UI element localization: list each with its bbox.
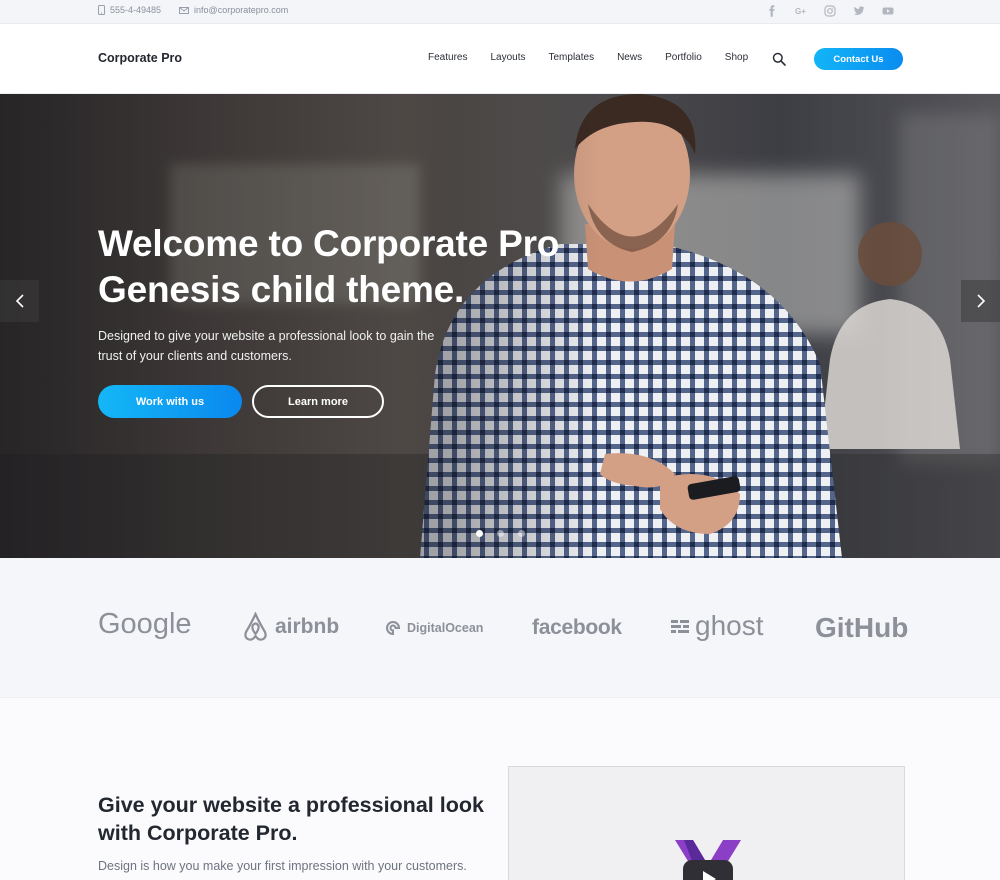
airbnb-logo: airbnb <box>242 612 339 642</box>
chevron-right-icon <box>976 294 985 308</box>
email-address: info@corporatepro.com <box>194 5 289 15</box>
youtube-icon[interactable] <box>882 5 894 17</box>
ghost-icon <box>671 620 689 633</box>
slider-dots <box>476 530 525 537</box>
digitalocean-logo: DigitalOcean <box>385 620 483 636</box>
work-with-us-button[interactable]: Work with us <box>98 385 242 418</box>
social-links: G+ <box>766 5 894 17</box>
hero-title-line-2: Genesis child theme. <box>98 269 465 310</box>
contact-info: 555-4-49485 info@corporatepro.com <box>98 5 288 15</box>
contact-us-button[interactable]: Contact Us <box>814 48 903 70</box>
airbnb-logo-text: airbnb <box>275 615 340 638</box>
email-icon <box>179 6 190 14</box>
site-header: Corporate Pro Features Layouts Templates… <box>0 24 1000 94</box>
facebook-icon[interactable] <box>766 5 778 17</box>
github-logo-text: GitHub <box>815 612 909 643</box>
google-logo: Google <box>98 608 192 641</box>
google-plus-icon[interactable]: G+ <box>795 5 807 17</box>
slider-dot-3[interactable] <box>518 530 525 537</box>
hero-title: Welcome to Corporate Pro Genesis child t… <box>98 221 618 313</box>
feature-title: Give your website a professional look wi… <box>98 793 484 845</box>
slider-next-button[interactable] <box>961 280 1000 322</box>
google-logo-text: Google <box>98 608 192 640</box>
email-contact[interactable]: info@corporatepro.com <box>179 5 288 15</box>
slider-prev-button[interactable] <box>0 280 39 322</box>
site-logo[interactable]: Corporate Pro <box>98 51 182 65</box>
nav-item-shop[interactable]: Shop <box>725 52 748 63</box>
svg-text:G+: G+ <box>795 7 806 16</box>
slider-dot-1[interactable] <box>476 530 483 537</box>
nav-item-layouts[interactable]: Layouts <box>490 52 525 63</box>
feature-text: Design is how you make your first impres… <box>98 859 467 873</box>
client-logos: Google airbnb DigitalOcean facebook ghos… <box>0 558 1000 698</box>
video-preview[interactable] <box>508 766 905 880</box>
hero-title-line-1: Welcome to Corporate Pro <box>98 223 560 264</box>
nav-item-features[interactable]: Features <box>428 52 467 63</box>
hero-subtitle: Designed to give your website a professi… <box>98 329 435 363</box>
chevron-left-icon <box>15 294 24 308</box>
search-icon[interactable] <box>772 52 786 66</box>
phone-icon <box>98 5 105 15</box>
video-logo-image <box>675 840 741 880</box>
slider-dot-2[interactable] <box>497 530 504 537</box>
twitter-icon[interactable] <box>853 5 865 17</box>
learn-more-button[interactable]: Learn more <box>252 385 384 418</box>
feature-section: Give your website a professional look wi… <box>0 698 1000 880</box>
ghost-logo: ghost <box>671 610 764 642</box>
instagram-icon[interactable] <box>824 5 836 17</box>
nav-item-portfolio[interactable]: Portfolio <box>665 52 702 63</box>
nav-item-news[interactable]: News <box>617 52 642 63</box>
hero-slider: Welcome to Corporate Pro Genesis child t… <box>0 94 1000 558</box>
digitalocean-logo-text: DigitalOcean <box>407 621 484 635</box>
top-bar: 555-4-49485 info@corporatepro.com G+ <box>0 0 1000 24</box>
facebook-logo-text: facebook <box>532 616 622 639</box>
digitalocean-icon <box>386 621 401 636</box>
facebook-logo: facebook <box>532 616 622 640</box>
phone-number: 555-4-49485 <box>110 5 162 15</box>
main-nav: Features Layouts Templates News Portfoli… <box>428 52 771 63</box>
github-logo: GitHub <box>815 612 908 644</box>
phone-contact[interactable]: 555-4-49485 <box>98 5 161 15</box>
ghost-logo-text: ghost <box>695 610 764 641</box>
airbnb-icon <box>244 612 267 641</box>
nav-item-templates[interactable]: Templates <box>549 52 595 63</box>
